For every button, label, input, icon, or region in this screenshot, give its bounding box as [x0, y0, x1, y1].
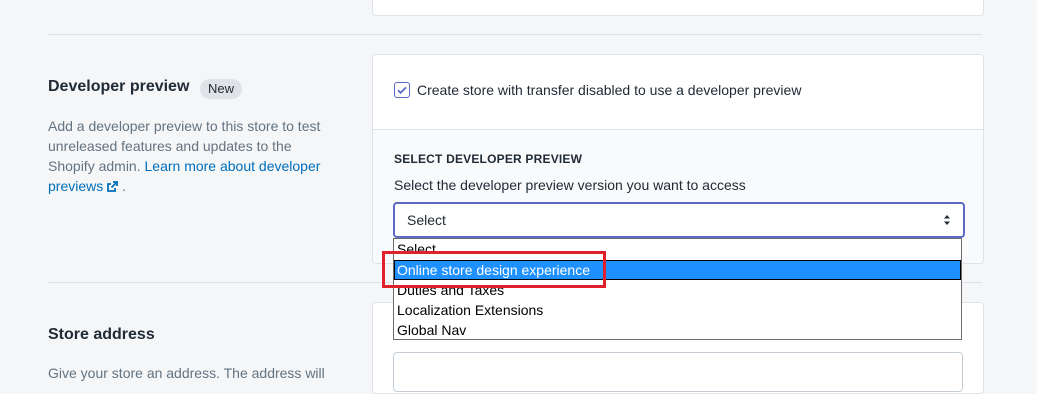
description-end: . [122, 178, 127, 194]
transfer-disabled-label[interactable]: Create store with transfer disabled to u… [417, 82, 801, 98]
address-input[interactable] [393, 352, 963, 392]
developer-preview-select[interactable]: Select [393, 202, 965, 238]
option-global-nav[interactable]: Global Nav [394, 320, 961, 340]
new-badge: New [200, 79, 243, 99]
option-localization-extensions[interactable]: Localization Extensions [394, 300, 961, 320]
section-divider [48, 34, 982, 35]
transfer-disabled-checkbox[interactable] [394, 82, 410, 98]
option-select[interactable]: Select [394, 239, 961, 259]
previous-section-card [372, 0, 984, 16]
store-address-description: Give your store an address. The address … [48, 365, 325, 381]
select-preview-help: Select the developer preview version you… [394, 177, 746, 193]
checkmark-icon [397, 86, 407, 95]
select-arrows-icon [944, 215, 950, 225]
developer-preview-description: Add a developer preview to this store to… [48, 116, 338, 196]
option-duties-and-taxes[interactable]: Duties and Taxes [394, 280, 961, 300]
option-online-store-design-experience[interactable]: Online store design experience [394, 260, 961, 280]
external-link-icon [107, 181, 119, 192]
store-address-title: Store address [48, 326, 155, 343]
developer-preview-title: Developer preview [48, 78, 190, 95]
developer-preview-options-list[interactable]: Select Online store design experience Du… [393, 238, 962, 340]
select-value: Select [407, 212, 446, 228]
select-preview-heading: SELECT DEVELOPER PREVIEW [394, 152, 583, 166]
developer-preview-card: Create store with transfer disabled to u… [372, 54, 984, 264]
